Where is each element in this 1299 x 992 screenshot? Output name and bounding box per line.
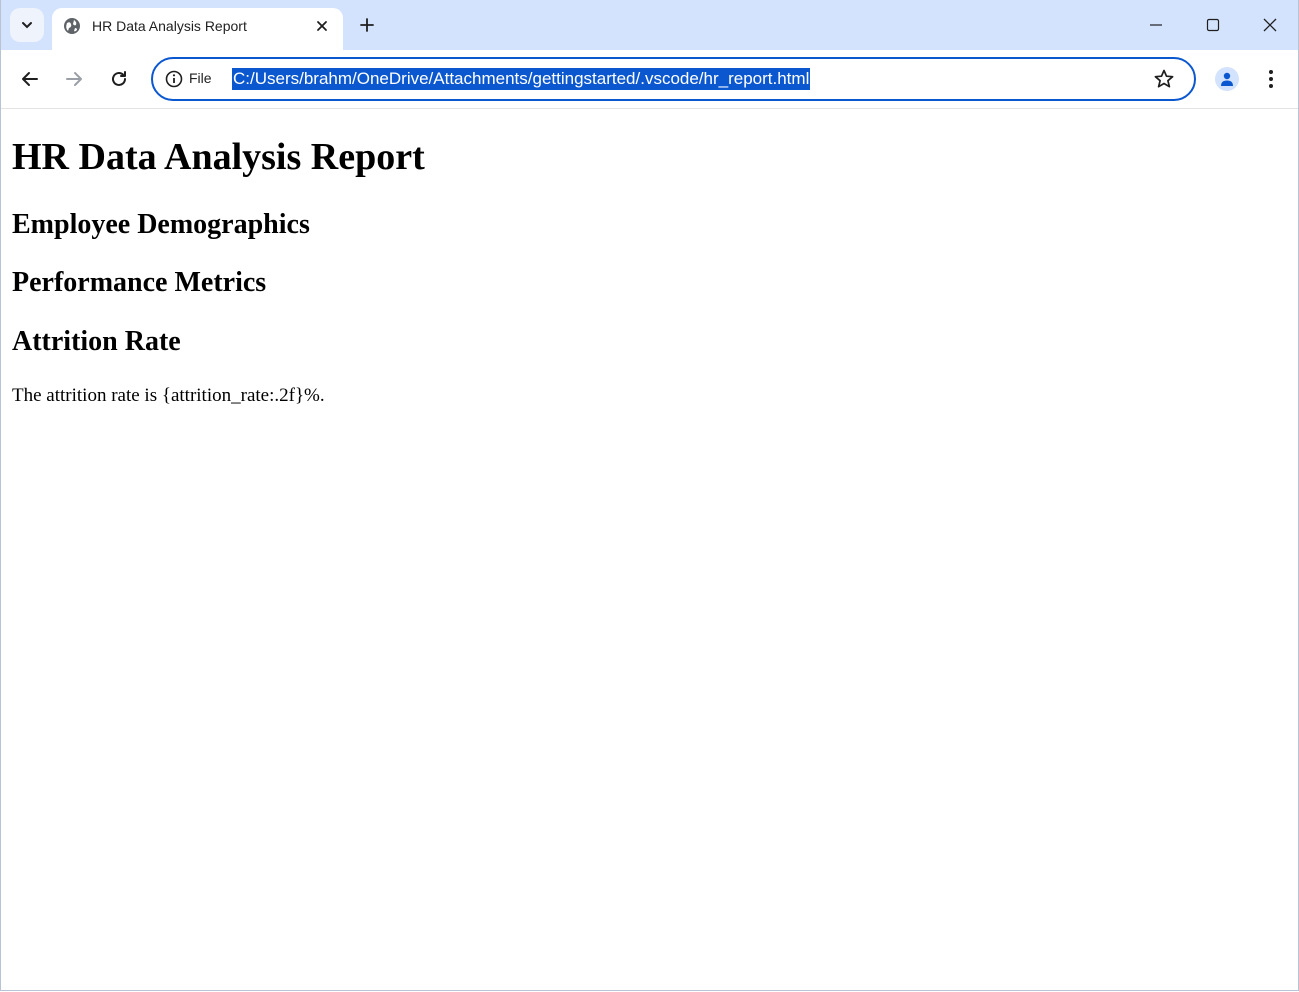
close-window-button[interactable] (1258, 13, 1282, 37)
person-icon (1221, 72, 1233, 86)
reload-button[interactable] (106, 66, 132, 92)
browser-window: HR Data Analysis Report File C:/Users/br… (0, 0, 1299, 991)
minimize-icon (1150, 24, 1162, 26)
arrow-left-icon (22, 72, 38, 86)
more-vertical-icon (1269, 70, 1273, 88)
arrow-right-icon (66, 72, 82, 86)
address-bar[interactable]: File C:/Users/brahm/OneDrive/Attachments… (151, 57, 1196, 101)
scheme-label: File (189, 70, 212, 86)
maximize-icon (1206, 18, 1220, 32)
forward-button[interactable] (61, 66, 87, 92)
section-heading-attrition: Attrition Rate (12, 326, 181, 357)
browser-toolbar: File C:/Users/brahm/OneDrive/Attachments… (1, 50, 1298, 109)
tab-strip: HR Data Analysis Report (1, 0, 1298, 50)
tab-search-button[interactable] (10, 8, 44, 42)
back-button[interactable] (17, 66, 43, 92)
menu-button[interactable] (1261, 67, 1281, 91)
chevron-down-icon (22, 22, 32, 29)
url-text[interactable]: C:/Users/brahm/OneDrive/Attachments/gett… (232, 68, 811, 90)
info-icon[interactable] (165, 70, 183, 88)
reload-icon (112, 71, 126, 86)
new-tab-button[interactable] (356, 14, 378, 36)
star-icon[interactable] (1153, 68, 1175, 90)
tab-active[interactable]: HR Data Analysis Report (52, 8, 343, 50)
tab-title: HR Data Analysis Report (92, 18, 247, 34)
section-heading-performance: Performance Metrics (12, 267, 267, 298)
tab-close-button[interactable] (312, 16, 332, 36)
page-content: HR Data Analysis Report Employee Demogra… (1, 109, 1298, 990)
section-heading-demographics: Employee Demographics (12, 209, 310, 240)
maximize-button[interactable] (1201, 13, 1225, 37)
close-icon (317, 21, 327, 31)
page-title: HR Data Analysis Report (12, 136, 425, 178)
minimize-button[interactable] (1144, 13, 1168, 37)
plus-icon (360, 18, 374, 32)
close-icon (1263, 18, 1277, 32)
globe-icon (64, 18, 80, 34)
attrition-text: The attrition rate is {attrition_rate:.2… (12, 385, 325, 406)
profile-button[interactable] (1215, 67, 1239, 91)
